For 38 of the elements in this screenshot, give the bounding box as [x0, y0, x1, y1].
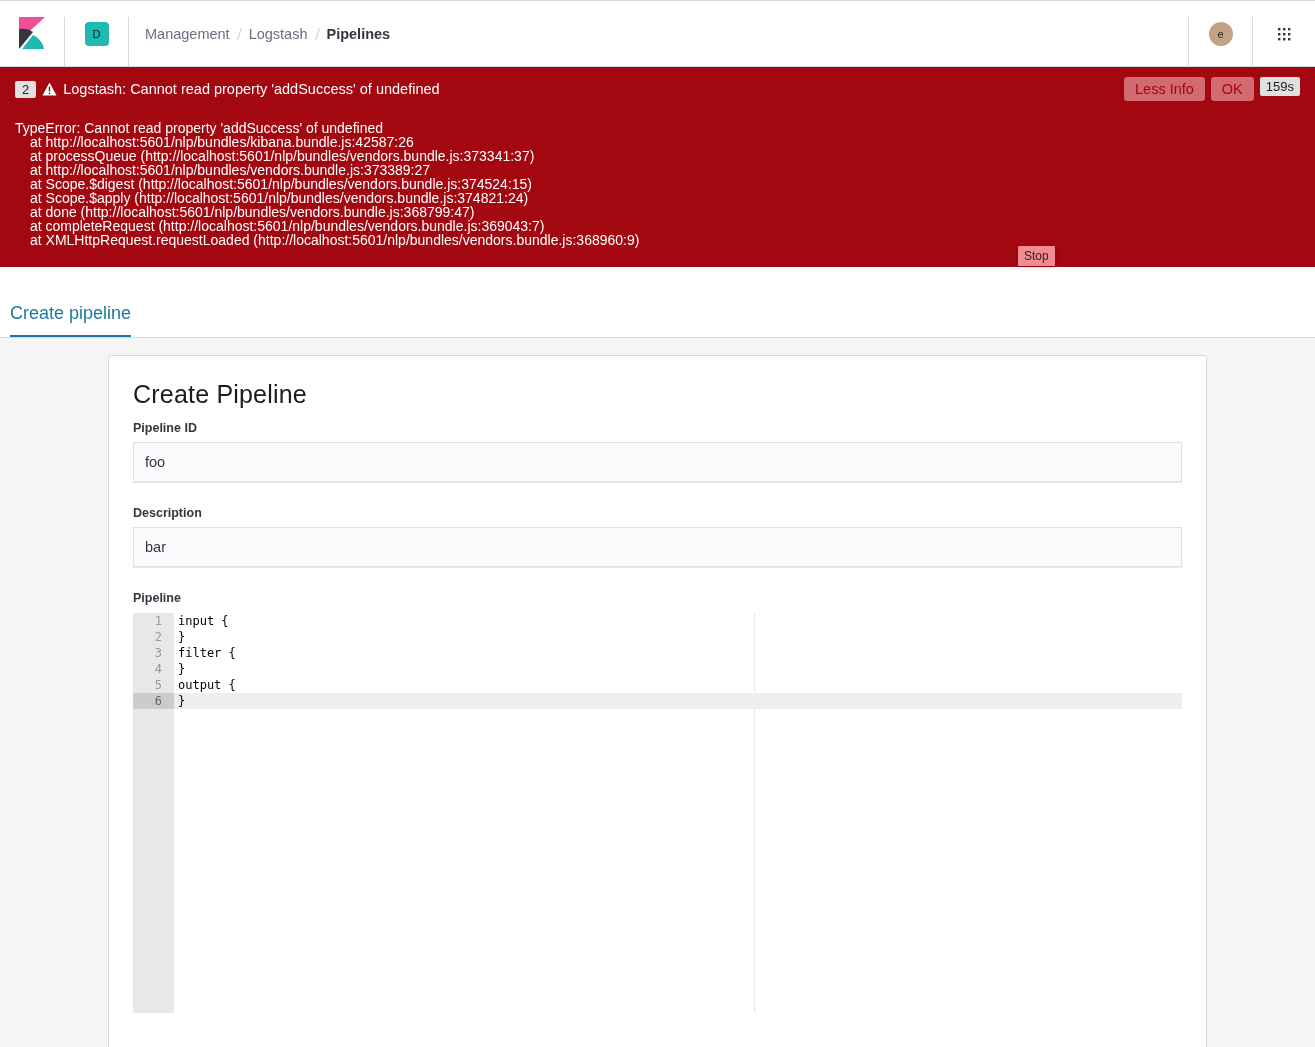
stack-trace-line: at processQueue (http://localhost:5601/nlp/bundles/vendors.bundle.js:373341:37): [29, 149, 536, 163]
stack-trace-line: at completeRequest (http://localhost:5601/nlp/bundles/vendors.bundle.js:369043:7): [29, 219, 545, 233]
stack-trace-line: at http://localhost:5601/nlp/bundles/kibana.bundle.js:42587:26: [30, 135, 414, 149]
breadcrumb[interactable]: Logstash: [248, 25, 308, 42]
code-line: input {: [177, 614, 229, 628]
code-line: }: [177, 662, 186, 676]
code-editor[interactable]: 1 input { 2 } 3 filter { 4 } 5 output { 6 }: [133, 613, 1182, 1013]
stack-trace-line: TypeError: Cannot read property 'addSuccess' of undefined: [15, 121, 383, 135]
field-label: Description: [133, 506, 203, 520]
line-number: 6: [133, 693, 174, 709]
toast-title: Logstash: Cannot read property 'addSuccess' of undefined: [63, 81, 440, 97]
stack-trace-line: at Scope.$apply (http://localhost:5601/nlp/bundles/vendors.bundle.js:374821:24): [29, 191, 529, 205]
toast-timer: 159s: [1259, 77, 1300, 96]
stack-trace-line: at http://localhost:5601/nlp/bundles/vendors.bundle.js:373389:27: [29, 163, 431, 177]
breadcrumb-separator: [314, 27, 320, 40]
stack-trace-line: at XMLHttpRequest.requestLoaded (http://localhost:5601/nlp/bundles/vendors.bundle.js:368960:9): [29, 233, 641, 247]
space-avatar[interactable]: D: [84, 22, 109, 46]
stack-trace-line: at done (http://localhost:5601/nlp/bundles/vendors.bundle.js:368799:47): [29, 205, 475, 219]
stack-trace-line: at Scope.$digest (http://localhost:5601/nlp/bundles/vendors.bundle.js:374524:15): [29, 177, 534, 191]
field-label: Pipeline ID: [133, 421, 198, 435]
code-line: }: [177, 694, 186, 708]
stop-button[interactable]: Stop: [1018, 246, 1055, 266]
code-line: output {: [177, 678, 236, 692]
code-line: }: [177, 630, 186, 644]
tab[interactable]: Create pipeline: [10, 303, 132, 337]
form-title: Create Pipeline: [133, 380, 308, 409]
breadcrumb: Pipelines: [326, 25, 391, 42]
logo-icon[interactable]: [19, 17, 45, 49]
apps-menu-icon[interactable]: [1277, 27, 1291, 41]
user-avatar[interactable]: e: [1208, 22, 1233, 46]
warning-icon: [42, 82, 58, 96]
toast-count: 2: [15, 80, 37, 98]
breadcrumb[interactable]: Management: [145, 25, 230, 42]
field-label: Pipeline: [133, 591, 182, 605]
text-field[interactable]: foo: [133, 442, 1182, 482]
text-field[interactable]: bar: [133, 527, 1182, 567]
code-line: filter {: [177, 646, 236, 660]
breadcrumb-separator: [236, 27, 242, 40]
